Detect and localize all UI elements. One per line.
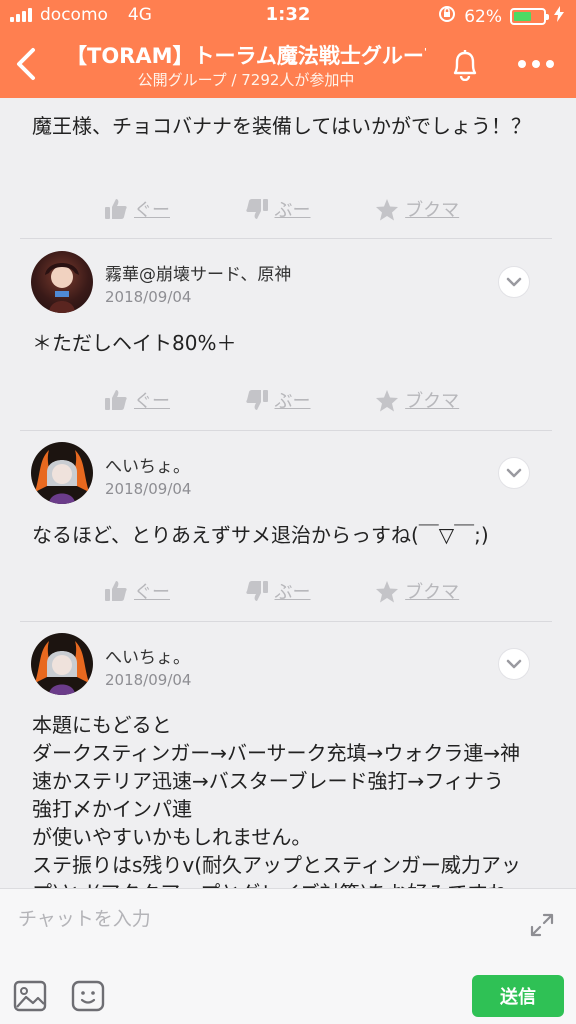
post-text-line: 速かステリア迅速→バスターブレード強打→フィナう xyxy=(32,769,504,793)
avatar-illustration xyxy=(35,450,89,504)
notification-button[interactable] xyxy=(444,44,486,84)
dislike-button[interactable]: ぶー xyxy=(245,576,376,606)
user-name[interactable]: へいちょ。 xyxy=(105,643,190,668)
photo-button[interactable] xyxy=(10,977,50,1015)
smiley-icon xyxy=(71,980,105,1012)
post-text-multiline: 本題にもどると ダークスティンガー→バーサーク充填→ウォクラ連→神 速かステリア… xyxy=(32,711,552,888)
post-text-line: 本題にもどると xyxy=(32,713,172,737)
battery-icon xyxy=(510,8,549,25)
post-divider xyxy=(20,621,552,622)
post-actions: ぐー ぶー ブクマ xyxy=(104,576,484,606)
bookmark-label: ブクマ xyxy=(405,391,460,412)
chevron-down-icon xyxy=(506,659,522,669)
like-button[interactable]: ぐー xyxy=(104,385,245,415)
post-date: 2018/09/04 xyxy=(105,288,192,306)
avatar[interactable] xyxy=(31,251,93,313)
message-feed[interactable]: 魔王様、チョコバナナを装備してはいかがでしょう！？ ぐー ぶー ブクマ 霧華@崩… xyxy=(0,98,576,888)
star-icon xyxy=(376,580,399,602)
bell-icon xyxy=(453,50,477,81)
status-bar: docomo 4G 1:32 62% xyxy=(0,0,576,30)
more-dot-icon xyxy=(532,60,540,68)
like-button[interactable]: ぐー xyxy=(104,576,245,606)
post-text: 魔王様、チョコバナナを装備してはいかがでしょう！？ xyxy=(32,114,531,138)
post-text-line: 強打〆かインパ連 xyxy=(32,797,192,821)
post-text: なるほど、とりあえずサメ退治からっすね(￣▽￣;) xyxy=(32,523,489,547)
send-button[interactable]: 送信 xyxy=(472,975,564,1017)
dislike-button[interactable]: ぶー xyxy=(245,194,376,224)
post-actions: ぐー ぶー ブクマ xyxy=(104,194,484,224)
post-menu-button[interactable] xyxy=(498,266,530,298)
chevron-down-icon xyxy=(506,277,522,287)
thumbs-down-icon xyxy=(245,581,268,601)
thumbs-down-icon xyxy=(245,199,268,219)
like-label: ぐー xyxy=(134,391,170,412)
like-button[interactable]: ぐー xyxy=(104,194,245,224)
post-text-line: が使いやすいかもしれません。 xyxy=(32,825,312,849)
battery-percent: 62% xyxy=(464,6,502,27)
more-dot-icon xyxy=(546,60,554,68)
star-icon xyxy=(376,389,399,411)
avatar[interactable] xyxy=(31,442,93,504)
post-divider xyxy=(20,238,552,239)
bookmark-button[interactable]: ブクマ xyxy=(375,576,484,606)
star-icon xyxy=(376,198,399,220)
user-name[interactable]: 霧華@崩壊サード、原神 xyxy=(105,260,291,285)
post-menu-button[interactable] xyxy=(498,648,530,680)
dislike-label: ぶー xyxy=(274,391,311,412)
bookmark-label: ブクマ xyxy=(405,200,460,221)
sticker-button[interactable] xyxy=(68,977,108,1015)
rotation-lock-icon xyxy=(438,5,456,28)
thumbs-up-icon xyxy=(105,390,127,410)
more-dot-icon xyxy=(518,60,526,68)
post-divider xyxy=(20,430,552,431)
dislike-label: ぶー xyxy=(274,582,311,603)
post-date: 2018/09/04 xyxy=(105,671,192,689)
group-header: docomo 4G 1:32 62% 【TORAM】トーラム魔法戦士グループ 公… xyxy=(0,0,576,98)
thumbs-up-icon xyxy=(105,581,127,601)
group-title: 【TORAM】トーラム魔法戦士グループ xyxy=(66,44,426,68)
thumbs-up-icon xyxy=(105,199,127,219)
chevron-left-icon xyxy=(17,48,35,80)
back-button[interactable] xyxy=(8,42,44,86)
image-icon xyxy=(13,980,47,1012)
post-text-line: ステ振りはs残りv(耐久アップとスティンガー威力アッ xyxy=(32,853,521,877)
dislike-button[interactable]: ぶー xyxy=(245,385,376,415)
expand-icon xyxy=(530,913,554,937)
user-name[interactable]: へいちょ。 xyxy=(105,452,190,477)
avatar-illustration xyxy=(45,263,79,313)
avatar-illustration xyxy=(35,641,89,695)
like-label: ぐー xyxy=(134,200,170,221)
post-date: 2018/09/04 xyxy=(105,480,192,498)
avatar[interactable] xyxy=(31,633,93,695)
chat-input[interactable] xyxy=(18,901,498,937)
dislike-label: ぶー xyxy=(274,200,311,221)
charging-icon xyxy=(554,6,564,27)
post-text-line: プ)とd(アタクアップとグレイズ対策)をお好みですね xyxy=(32,879,552,888)
expand-button[interactable] xyxy=(524,907,560,943)
post-actions: ぐー ぶー ブクマ xyxy=(104,385,484,415)
bookmark-label: ブクマ xyxy=(405,582,460,603)
bookmark-button[interactable]: ブクマ xyxy=(375,385,484,415)
post-text-line: ダークスティンガー→バーサーク充填→ウォクラ連→神 xyxy=(32,741,521,765)
status-right: 62% xyxy=(438,5,564,28)
group-member-info: 公開グループ / 7292人が参加中 xyxy=(137,71,355,89)
bookmark-button[interactable]: ブクマ xyxy=(375,194,484,224)
thumbs-down-icon xyxy=(245,390,268,410)
battery-level xyxy=(514,12,532,21)
chevron-down-icon xyxy=(506,468,522,478)
post-text: ＊ただしヘイト80%＋ xyxy=(32,331,237,355)
post-menu-button[interactable] xyxy=(498,457,530,489)
like-label: ぐー xyxy=(134,582,170,603)
more-menu-button[interactable] xyxy=(508,46,564,82)
